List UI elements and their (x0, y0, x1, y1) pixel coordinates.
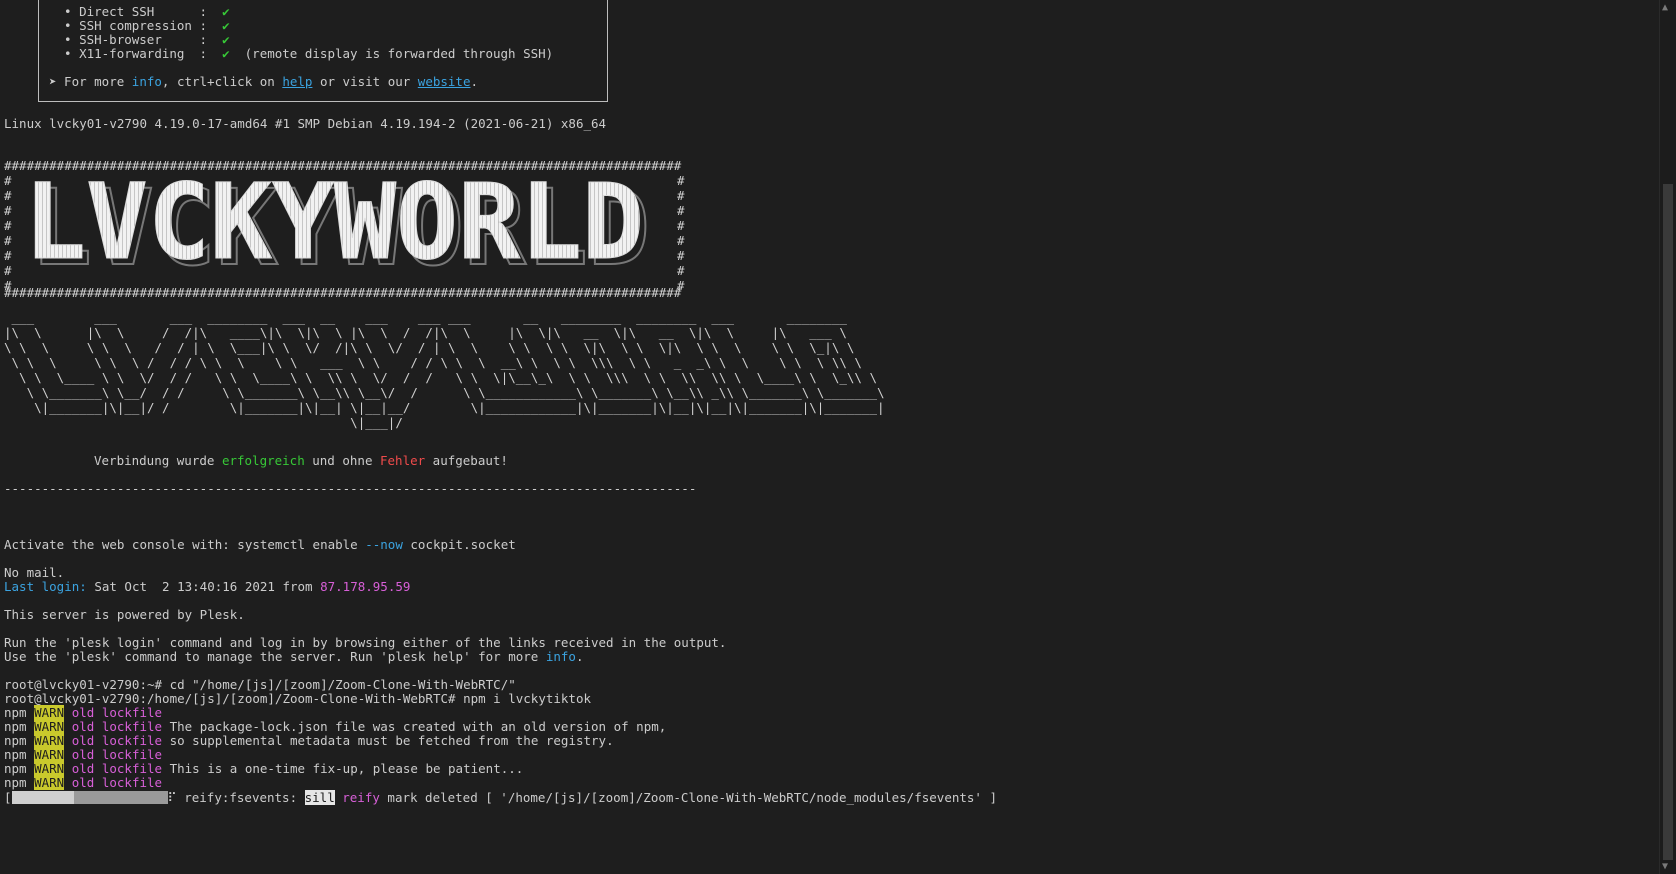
error-word: Fehler (380, 453, 426, 468)
logo-frame-left: # # # # # # # # (4, 173, 12, 293)
terminal-output[interactable]: • Direct SSH : ✔ • SSH compression : ✔ •… (0, 0, 1660, 874)
npm-warn-line: npm WARN old lockfile The package-lock.j… (4, 719, 667, 734)
logo-text: LVCKYWORLD (24, 180, 644, 272)
scrollbar-thumb[interactable] (1663, 184, 1673, 860)
plesk-line-2: Use the 'plesk' command to manage the se… (4, 649, 584, 664)
logo-frame-right: # # # # # # # # (677, 173, 685, 293)
scroll-down-arrow-icon[interactable]: ▼ (1662, 861, 1668, 872)
feature-ssh-compression: • SSH compression : ✔ (64, 18, 230, 33)
command-npm-install: root@lvcky01-v2790:/home/[js]/[zoom]/Zoo… (4, 691, 591, 706)
npm-progress-fill (11, 791, 74, 804)
command-cd: root@lvcky01-v2790:~# cd "/home/[js]/[zo… (4, 677, 516, 692)
uname-line: Linux lvcky01-v2790 4.19.0-17-amd64 #1 S… (4, 116, 607, 131)
spinner-icon: ⠏ (167, 790, 177, 805)
success-word: erfolgreich (221, 453, 305, 468)
npm-warn-line: npm WARN old lockfile (4, 705, 163, 720)
lvckyworld-logo: LVCKYWORLD LVCKYWORLD (24, 180, 652, 272)
scroll-up-arrow-icon[interactable]: ▲ (1662, 2, 1668, 13)
plesk-line-1: Run the 'plesk login' command and log in… (4, 635, 727, 650)
feature-x11-forwarding: • X11-forwarding : ✔ (remote display is … (64, 46, 554, 61)
feature-ssh-browser: • SSH-browser : ✔ (64, 32, 230, 47)
logo-frame-top: ########################################… (4, 158, 682, 173)
npm-progress-line: [⠏ reify:fsevents: sill reify mark delet… (4, 790, 997, 805)
vertical-scrollbar[interactable]: ▲ ▼ (1659, 0, 1676, 874)
npm-warn-line: npm WARN old lockfile (4, 747, 163, 762)
feature-direct-ssh: • Direct SSH : ✔ (64, 4, 230, 19)
last-login-line: Last login: Sat Oct 2 13:40:16 2021 from… (4, 579, 411, 594)
npm-warn-line: npm WARN old lockfile This is a one-time… (4, 761, 524, 776)
npm-warn-line: npm WARN old lockfile so supplemental me… (4, 733, 614, 748)
separator-line: ----------------------------------------… (4, 481, 697, 496)
greeting-line: Verbindung wurde erfolgreich und ohne Fe… (94, 453, 508, 468)
help-link[interactable]: help (282, 74, 312, 89)
logo-frame-bottom: ########################################… (4, 285, 682, 300)
npm-progress-bar (11, 791, 168, 804)
ascii-art-lvcky: ___ ___ ___ ________ ___ __ ___ ___ ___ … (4, 310, 885, 430)
activate-line: Activate the web console with: systemctl… (4, 537, 516, 552)
npm-warn-line: npm WARN old lockfile (4, 775, 163, 790)
powered-line: This server is powered by Plesk. (4, 607, 245, 622)
info-word: info (131, 74, 162, 89)
banner-more-info-line: ➤ For more info, ctrl+click on help or v… (49, 74, 479, 89)
website-link[interactable]: website (418, 74, 471, 89)
no-mail-line: No mail. (4, 565, 65, 580)
